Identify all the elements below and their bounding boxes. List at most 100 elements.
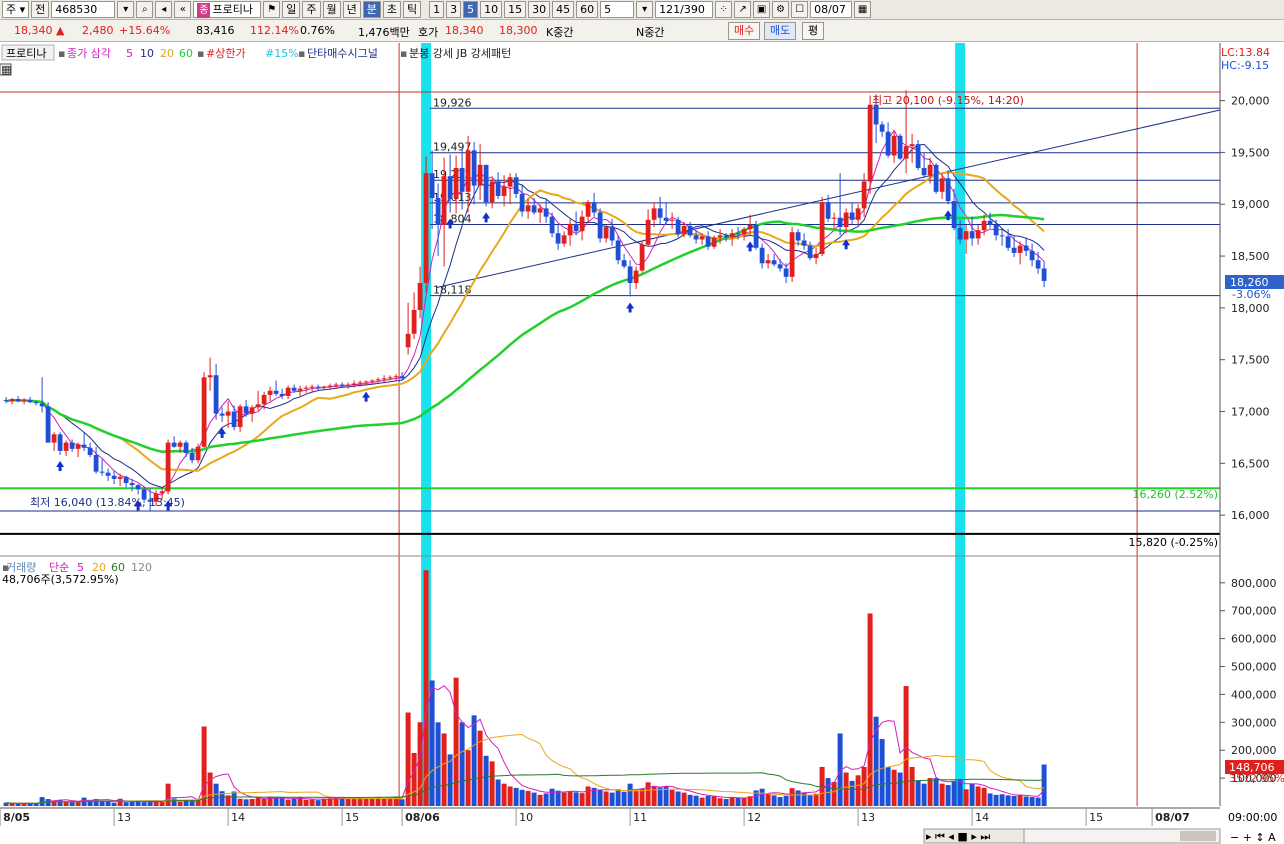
candle-body <box>219 413 225 416</box>
period-tick[interactable]: 틱 <box>403 1 422 18</box>
scroll-buttons-icon[interactable]: ▸ ⏮ ◂ ■ ▸ ⏭ <box>926 830 990 843</box>
candle-body <box>405 333 411 348</box>
market-select[interactable]: 주 ▾ <box>2 1 30 18</box>
speaker-icon[interactable]: ◂ <box>155 1 173 18</box>
volume-bar <box>399 799 405 806</box>
legend-signal: 단타매수시그널 <box>307 47 378 60</box>
volume-bar <box>987 793 993 806</box>
flat-button[interactable]: 평 <box>802 22 825 40</box>
candle-body <box>1005 236 1011 248</box>
candle-body <box>255 404 261 408</box>
volume-bar <box>861 766 867 806</box>
period-week[interactable]: 주 <box>302 1 321 18</box>
volume-bar <box>381 798 387 806</box>
arrow-tool-icon[interactable]: ↗ <box>734 1 752 18</box>
period-year[interactable]: 년 <box>342 1 361 18</box>
period-minute[interactable]: 분 <box>362 1 381 18</box>
candle-body <box>675 219 681 235</box>
legend-pattern: 분봉 강세 JB 강세패턴 <box>409 47 511 60</box>
volume-bar <box>369 798 375 806</box>
bid-price: 18,300 <box>499 24 538 37</box>
stock-code-input[interactable]: 468530 <box>51 1 116 18</box>
level-label: 19,926 <box>433 96 472 109</box>
volume-bar <box>597 789 603 806</box>
interval-select[interactable]: 5 <box>600 1 635 18</box>
candle-body <box>543 208 549 217</box>
minute-15[interactable]: 15 <box>504 1 527 18</box>
volume-bar <box>729 797 735 806</box>
candle-body <box>771 260 777 265</box>
period-second[interactable]: 초 <box>382 1 402 18</box>
volume-bar <box>177 801 183 806</box>
legend-15pct: #15% <box>265 47 299 60</box>
minute-3[interactable]: 3 <box>446 1 462 18</box>
candle-body <box>309 386 315 388</box>
candle-body <box>285 387 291 396</box>
period-month[interactable]: 월 <box>322 1 341 18</box>
save-icon[interactable]: ▣ <box>753 1 771 18</box>
rewind-icon[interactable]: « <box>174 1 192 18</box>
candle-body <box>951 201 957 229</box>
flag-icon[interactable]: ⚑ <box>263 1 281 18</box>
date-field[interactable]: 08/07 <box>810 1 853 18</box>
volume-bar <box>1029 797 1035 806</box>
volume-bar <box>153 802 159 806</box>
code-prefix-button[interactable]: 전 <box>31 1 50 18</box>
period-day[interactable]: 일 <box>282 1 301 18</box>
volume-bar <box>993 794 999 806</box>
dropdown-arrow-icon[interactable]: ▾ <box>117 1 135 18</box>
minute-5[interactable]: 5 <box>463 1 479 18</box>
price-tick-label: 17,000 <box>1231 406 1270 419</box>
candle-body <box>381 378 387 380</box>
volume-bar <box>771 795 777 806</box>
volume-bar <box>207 772 213 806</box>
candle-body <box>921 167 927 176</box>
candle-body <box>573 223 579 232</box>
candle-body <box>885 131 891 156</box>
minute-1[interactable]: 1 <box>429 1 445 18</box>
scrollbar-thumb[interactable] <box>1180 831 1216 841</box>
minute-30[interactable]: 30 <box>528 1 551 18</box>
candle-body <box>1023 245 1029 251</box>
candle-body <box>567 223 573 236</box>
candle-body <box>711 237 717 247</box>
minute-60[interactable]: 60 <box>576 1 599 18</box>
volume-tick-label: 700,000 <box>1231 605 1277 618</box>
candle-body <box>981 220 987 231</box>
volume-bar <box>657 787 663 806</box>
candle-body <box>849 212 855 220</box>
calendar-icon[interactable]: ▦ <box>854 1 872 18</box>
search-icon[interactable]: ⌕ <box>136 1 154 18</box>
volume-bar <box>453 677 459 806</box>
volume-bar <box>915 780 921 806</box>
candle-body <box>447 176 453 200</box>
candle-body <box>513 177 519 194</box>
candle-body <box>753 224 759 248</box>
volume-bar <box>687 794 693 806</box>
zoom-controls-icon[interactable]: − + ↕ A <box>1230 831 1276 844</box>
candle-body <box>363 381 369 383</box>
interval-dropdown-icon[interactable]: ▾ <box>636 1 654 18</box>
crosshair-icon[interactable]: ⁘ <box>715 1 733 18</box>
sell-button[interactable]: 매도 <box>764 22 797 40</box>
legend-ma5: 5 <box>126 47 133 60</box>
stock-name-field[interactable]: 종 프로티나 <box>193 1 262 18</box>
bar-count-field[interactable]: 121/390 <box>655 1 714 18</box>
minute-10[interactable]: 10 <box>480 1 503 18</box>
minute-45[interactable]: 45 <box>552 1 575 18</box>
volume-bar <box>435 722 441 806</box>
gear-icon[interactable]: ⚙ <box>772 1 790 18</box>
candle-body <box>663 217 669 221</box>
candle-body <box>177 442 183 447</box>
candle-body <box>825 202 831 219</box>
candle-body <box>345 384 351 386</box>
candle-body <box>861 181 867 209</box>
grid-toggle-icon[interactable]: ▦ <box>1 63 11 76</box>
volume-bar <box>951 780 957 806</box>
candle-body <box>1017 245 1023 253</box>
checkbox-icon[interactable]: ☐ <box>791 1 809 18</box>
price-chart[interactable]: 19,92619,49719,23219,01318,80418,118 16,… <box>0 43 1284 844</box>
volume-bar <box>615 789 621 806</box>
volume-bar <box>273 797 279 806</box>
buy-button[interactable]: 매수 <box>728 22 761 40</box>
